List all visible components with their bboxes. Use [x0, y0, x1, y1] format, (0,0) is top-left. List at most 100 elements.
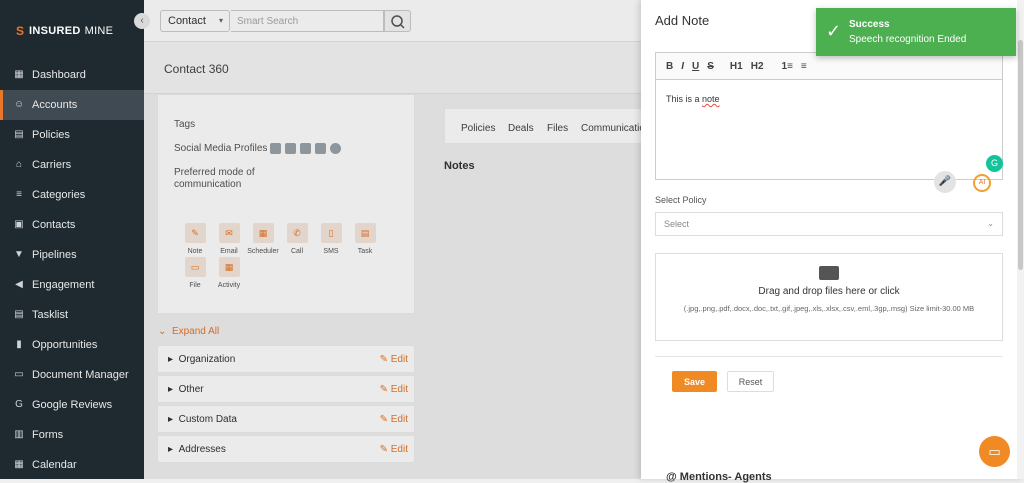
caret-right-icon: ▸ — [168, 414, 174, 425]
sidebar-item-contacts[interactable]: ▣ Contacts — [0, 210, 144, 240]
select-policy-label: Select Policy — [655, 195, 707, 205]
editor-toolbar: B I U S H1 H2 1≡ ≡ — [656, 53, 1002, 80]
expand-all-toggle[interactable]: ⌄ Expand All — [158, 326, 219, 337]
sidebar-item-calendar[interactable]: ▦ Calendar — [0, 450, 144, 480]
brand-logo[interactable]: S INSURED MINE — [16, 25, 113, 37]
forms-icon: ▥ — [14, 429, 24, 440]
edit-button[interactable]: ✎ Edit — [380, 354, 408, 365]
file-drop-zone[interactable]: Drag and drop files here or click (.jpg,… — [655, 253, 1003, 341]
facebook-icon[interactable] — [285, 143, 296, 154]
tab-policies[interactable]: Policies — [461, 123, 495, 134]
mentions-heading: @ Mentions- Agents — [666, 471, 772, 483]
success-toast[interactable]: ✓ Success Speech recognition Ended — [816, 8, 1016, 56]
sidebar-item-label: Google Reviews — [32, 399, 113, 411]
action-note-button[interactable]: ✎ Note — [178, 223, 212, 255]
scrollbar[interactable] — [1017, 0, 1024, 479]
note-text[interactable]: This is a note — [666, 94, 720, 104]
note-editor[interactable]: B I U S H1 H2 1≡ ≡ This is a note G — [655, 52, 1003, 180]
sidebar-item-accounts[interactable]: ☺ Accounts — [0, 90, 144, 120]
underline-button[interactable]: U — [692, 61, 699, 72]
scrollbar-thumb[interactable] — [1018, 40, 1023, 270]
add-note-panel: Add Note B I U S H1 H2 1≡ ≡ This is a note G 🎤 … — [641, 0, 1024, 483]
note-text-prefix: This is a — [666, 94, 703, 104]
sidebar-item-categories[interactable]: ≡ Categories — [0, 180, 144, 210]
sidebar-item-tasklist[interactable]: ▤ Tasklist — [0, 300, 144, 330]
strikethrough-button[interactable]: S — [707, 61, 714, 72]
tab-files[interactable]: Files — [547, 123, 568, 134]
caret-right-icon: ▸ — [168, 384, 174, 395]
action-call-button[interactable]: ✆ Call — [280, 223, 314, 255]
expand-all-label: Expand All — [171, 326, 220, 337]
save-button[interactable]: Save — [672, 371, 717, 392]
sidebar-item-label: Categories — [32, 189, 86, 201]
twitter-icon[interactable] — [300, 143, 311, 154]
action-sms-button[interactable]: ▯ SMS — [314, 223, 348, 255]
section-organization[interactable]: ▸ Organization ✎ Edit — [157, 345, 415, 373]
bullet-list-button[interactable]: ≡ — [801, 61, 807, 72]
smart-search-input[interactable]: Smart Search — [231, 10, 384, 32]
accounts-icon: ☺ — [14, 99, 25, 110]
sidebar-item-label: Pipelines — [32, 249, 77, 261]
microphone-button[interactable]: 🎤 — [934, 171, 956, 193]
edit-button[interactable]: ✎ Edit — [380, 444, 408, 455]
section-other[interactable]: ▸ Other ✎ Edit — [157, 375, 415, 403]
sidebar-item-label: Tasklist — [32, 309, 69, 321]
section-addresses[interactable]: ▸ Addresses ✎ Edit — [157, 435, 415, 463]
calendar-icon: ▦ — [14, 459, 24, 470]
google-icon: G — [15, 399, 23, 410]
contact-details-card: Tags Social Media Profiles Preferred mod… — [157, 94, 415, 314]
select-placeholder: Select — [664, 219, 690, 229]
sidebar-item-label: Carriers — [32, 159, 72, 171]
instagram-icon[interactable] — [315, 143, 326, 154]
grammarly-icon[interactable]: G — [986, 155, 1003, 172]
activity-icon: ▦ — [218, 257, 240, 277]
sidebar-item-forms[interactable]: ▥ Forms — [0, 420, 144, 450]
globe-icon[interactable] — [330, 143, 341, 154]
tab-communicatio[interactable]: Communicatio — [581, 123, 645, 134]
section-label: Custom Data — [178, 414, 237, 425]
ai-assistant-icon[interactable]: AI — [973, 174, 991, 192]
policies-icon: ▤ — [14, 129, 24, 140]
sidebar-item-document-manager[interactable]: ▭ Document Manager — [0, 360, 144, 390]
edit-button[interactable]: ✎ Edit — [380, 414, 408, 425]
page-title: Contact 360 — [164, 62, 229, 76]
heading-2-button[interactable]: H2 — [751, 61, 764, 72]
sms-icon: ▯ — [320, 223, 342, 243]
chat-icon: ▭ — [988, 444, 1001, 459]
action-file-button[interactable]: ▭ File — [178, 257, 212, 289]
sidebar-item-carriers[interactable]: ⌂ Carriers — [0, 150, 144, 180]
contact-type-select[interactable]: Contact ▾ — [160, 10, 230, 32]
carriers-icon: ⌂ — [15, 159, 23, 170]
action-activity-button[interactable]: ▦ Activity — [212, 257, 246, 289]
bold-button[interactable]: B — [666, 61, 673, 72]
sidebar-item-opportunities[interactable]: ▮ Opportunities — [0, 330, 144, 360]
reset-button[interactable]: Reset — [727, 371, 774, 392]
sidebar-item-engagement[interactable]: ◀ Engagement — [0, 270, 144, 300]
sidebar-item-dashboard[interactable]: ▦ Dashboard — [0, 60, 144, 90]
collapse-sidebar-button[interactable]: ‹ — [134, 13, 150, 29]
sidebar-item-label: Document Manager — [32, 369, 129, 381]
sidebar-item-google-reviews[interactable]: G Google Reviews — [0, 390, 144, 420]
action-label: File — [189, 282, 201, 289]
section-custom-data[interactable]: ▸ Custom Data ✎ Edit — [157, 405, 415, 433]
heading-1-button[interactable]: H1 — [730, 61, 743, 72]
edit-button[interactable]: ✎ Edit — [380, 384, 408, 395]
sidebar-item-policies[interactable]: ▤ Policies — [0, 120, 144, 150]
contact-tabs: Policies Deals Files Communicatio — [444, 108, 645, 144]
action-task-button[interactable]: ▤ Task — [348, 223, 382, 255]
action-label: Task — [357, 248, 373, 255]
linkedin-icon[interactable] — [270, 143, 281, 154]
action-label: Activity — [217, 282, 241, 289]
tab-deals[interactable]: Deals — [508, 123, 534, 134]
search-button[interactable] — [384, 10, 411, 32]
brand-name-rest: MINE — [84, 25, 114, 37]
select-policy-dropdown[interactable]: Select ⌄ — [655, 212, 1003, 236]
chat-widget-button[interactable]: ▭ — [979, 436, 1010, 467]
sidebar-item-pipelines[interactable]: ▼ Pipelines — [0, 240, 144, 270]
italic-button[interactable]: I — [681, 61, 684, 72]
ordered-list-button[interactable]: 1≡ — [782, 61, 793, 72]
tasklist-icon: ▤ — [14, 309, 24, 320]
edit-label: Edit — [390, 414, 408, 425]
action-scheduler-button[interactable]: ▦ Scheduler — [246, 223, 280, 255]
action-email-button[interactable]: ✉ Email — [212, 223, 246, 255]
